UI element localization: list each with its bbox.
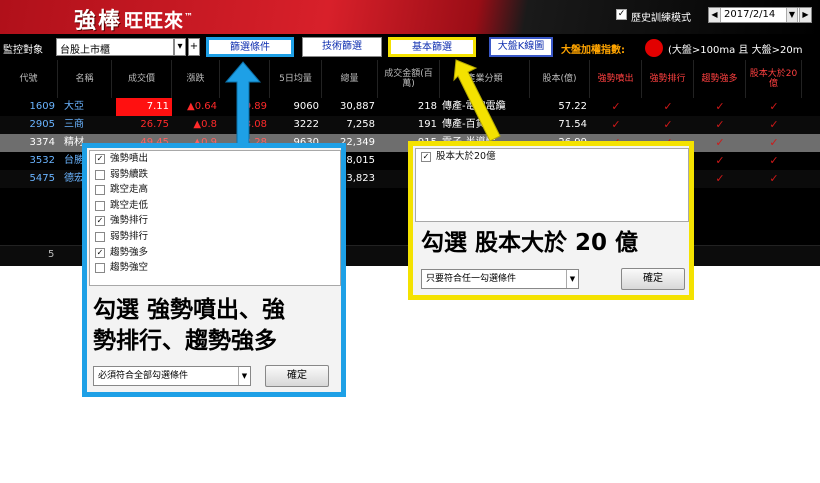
checkbox[interactable]	[95, 231, 105, 242]
checkbox[interactable]: ✓	[95, 154, 105, 164]
option-weak-rank[interactable]: 弱勢排行	[90, 229, 340, 245]
option-trend-bull[interactable]: ✓ 趨勢強多	[90, 245, 340, 261]
checkbox[interactable]: ✓	[95, 216, 105, 227]
chevron-down-icon[interactable]: ▼	[566, 270, 578, 288]
chevron-down-icon[interactable]: ▼	[238, 367, 250, 385]
checkbox[interactable]	[95, 200, 105, 211]
condition-list: ✓ 強勢噴出 弱勢續跌 跳空走高 跳空走低 ✓ 強勢排行 弱勢排行 ✓ 趨勢強多 趨勢…	[89, 150, 341, 286]
option-weak-decline[interactable]: 弱勢續跌	[90, 167, 340, 183]
checkbox[interactable]: ✓	[95, 247, 105, 258]
option-gap-down[interactable]: 跳空走低	[90, 198, 340, 214]
fundamental-filter-panel: ✓ 股本大於20億 勾選 股本大於 20 億 只要符合任一勾選條件 ▼ 確定	[408, 141, 694, 300]
option-strong-surge[interactable]: ✓ 強勢噴出	[90, 151, 340, 167]
checkbox[interactable]	[95, 185, 105, 196]
blue-arrow-icon	[224, 61, 262, 145]
instruction-callout: 勾選 股本大於 20 億	[421, 230, 639, 256]
filter-conditions-panel: ✓ 強勢噴出 弱勢續跌 跳空走高 跳空走低 ✓ 強勢排行 弱勢排行 ✓ 趨勢強多 趨勢…	[82, 143, 346, 397]
checkbox[interactable]	[95, 169, 105, 180]
match-mode-select[interactable]: 必須符合全部勾選條件 ▼	[93, 366, 251, 386]
checkbox[interactable]: ✓	[421, 152, 431, 162]
fundamental-condition-list: ✓ 股本大於20億	[415, 148, 689, 222]
yellow-arrow-icon	[453, 59, 501, 142]
option-strong-rank[interactable]: ✓ 強勢排行	[90, 213, 340, 229]
checkbox[interactable]	[95, 263, 105, 274]
option-trend-bear[interactable]: 趨勢強空	[90, 260, 340, 276]
confirm-button[interactable]: 確定	[265, 365, 329, 387]
option-capital-over-20[interactable]: ✓ 股本大於20億	[416, 149, 688, 165]
confirm-button[interactable]: 確定	[621, 268, 685, 290]
match-mode-select[interactable]: 只要符合任一勾選條件 ▼	[421, 269, 579, 289]
instruction-callout: 勾選 強勢噴出、強 勢排行、趨勢強多	[93, 297, 286, 354]
app-window: 強棒 旺旺來™ ✓ 歷史訓練模式 ◀ 2017/2/14 ▼ ▶ 監控對象 台股…	[0, 0, 820, 483]
option-gap-up[interactable]: 跳空走高	[90, 182, 340, 198]
